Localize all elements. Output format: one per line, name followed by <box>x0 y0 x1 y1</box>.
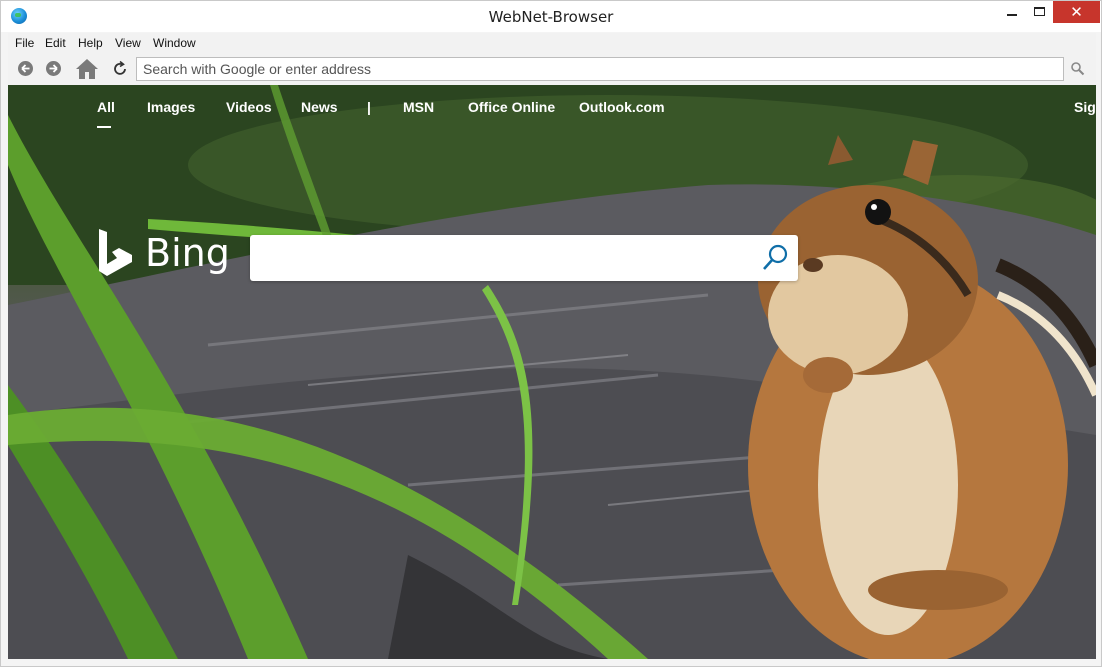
menu-help[interactable]: Help <box>78 33 103 54</box>
menu-window[interactable]: Window <box>153 33 196 54</box>
bing-logo: Bing <box>97 228 237 280</box>
sign-in-link[interactable]: Sign <box>1074 99 1096 115</box>
close-button[interactable]: ✕ <box>1053 1 1100 23</box>
maximize-icon <box>1034 7 1045 16</box>
title-bar[interactable]: WebNet-Browser ✕ <box>1 1 1101 32</box>
nav-all[interactable]: All <box>97 99 115 115</box>
reload-button[interactable] <box>111 60 129 78</box>
nav-videos[interactable]: Videos <box>226 99 272 115</box>
home-button[interactable] <box>75 58 99 80</box>
back-button[interactable] <box>18 61 33 76</box>
menu-file[interactable]: File <box>15 33 34 54</box>
nav-msn[interactable]: MSN <box>403 99 434 115</box>
back-arrow-icon <box>21 64 30 73</box>
nav-news[interactable]: News <box>301 99 338 115</box>
bing-search-box <box>250 235 798 281</box>
minimize-button[interactable] <box>997 1 1027 23</box>
magnifier-icon <box>763 244 788 270</box>
browser-window: WebNet-Browser ✕ File Edit Help View Win… <box>0 0 1102 667</box>
window-title: WebNet-Browser <box>488 8 614 26</box>
active-tab-underline <box>97 126 111 128</box>
bing-b-logo-icon <box>99 229 132 276</box>
home-icon <box>76 59 98 79</box>
nav-office-online[interactable]: Office Online <box>468 99 555 115</box>
nav-outlook[interactable]: Outlook.com <box>579 99 665 115</box>
address-bar[interactable] <box>136 57 1064 81</box>
bing-search-input[interactable] <box>262 245 752 271</box>
maximize-button[interactable] <box>1025 1 1055 23</box>
close-icon: ✕ <box>1070 3 1083 21</box>
window-bottom-border <box>8 659 1096 666</box>
menu-view[interactable]: View <box>115 33 141 54</box>
forward-button[interactable] <box>46 61 61 76</box>
minimize-icon <box>1007 14 1017 16</box>
bing-top-nav: All Images Videos News | MSN Office Onli… <box>8 85 1096 131</box>
search-icon <box>1071 62 1085 76</box>
menu-edit[interactable]: Edit <box>45 33 66 54</box>
background-photo <box>8 85 1096 659</box>
web-content: All Images Videos News | MSN Office Onli… <box>8 85 1096 659</box>
nav-separator: | <box>367 99 371 115</box>
nav-images[interactable]: Images <box>147 99 195 115</box>
forward-arrow-icon <box>49 64 58 73</box>
bing-logo-text: Bing <box>145 231 230 275</box>
bing-search-button[interactable] <box>760 243 790 273</box>
navigation-bar <box>8 54 1096 85</box>
address-search-button[interactable] <box>1070 61 1086 77</box>
reload-icon <box>114 60 126 75</box>
menu-bar: File Edit Help View Window <box>8 33 1096 54</box>
